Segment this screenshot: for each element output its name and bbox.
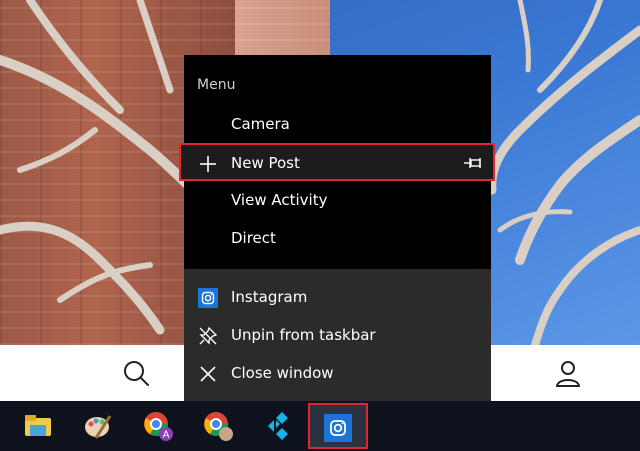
paint-icon[interactable]: [82, 410, 114, 442]
search-icon[interactable]: [120, 357, 152, 389]
plus-icon: [200, 156, 216, 172]
jump-list-action-unpin[interactable]: Unpin from taskbar: [184, 317, 491, 355]
file-explorer-icon[interactable]: [22, 410, 54, 442]
chrome-profile-a-icon[interactable]: A: [142, 410, 174, 442]
profile-icon[interactable]: [552, 357, 584, 389]
svg-text:A: A: [163, 430, 170, 441]
jump-list-item-label: New Post: [231, 154, 300, 172]
jump-list-item-new-post[interactable]: New Post: [179, 143, 495, 181]
pin-icon[interactable]: [463, 155, 483, 171]
jump-list-action-close[interactable]: Close window: [184, 355, 491, 393]
chrome-profile-icon[interactable]: [202, 410, 234, 442]
jump-list-action-label: Instagram: [231, 288, 308, 306]
jump-list-item-view-activity[interactable]: View Activity: [184, 182, 491, 220]
instagram-app-icon[interactable]: [324, 414, 352, 442]
jump-list-item-label: View Activity: [231, 191, 328, 209]
jump-list-menu: Menu Camera New Post View Activity Direc…: [179, 55, 495, 401]
jump-list-item-label: Direct: [231, 229, 276, 247]
taskbar-active-app[interactable]: [308, 403, 368, 449]
close-icon: [200, 366, 216, 382]
unpin-icon: [199, 326, 218, 345]
jump-list-actions: Instagram Unpin from taskbar Close windo…: [184, 269, 491, 401]
jump-list-action-instagram[interactable]: Instagram: [184, 279, 491, 317]
kodi-icon[interactable]: [262, 410, 294, 442]
jump-list-item-label: Camera: [231, 115, 290, 133]
instagram-icon: [198, 288, 218, 308]
jump-list-action-label: Close window: [231, 364, 334, 382]
jump-list-item-camera[interactable]: Camera: [184, 106, 491, 144]
jump-list-header: Menu: [197, 77, 236, 93]
jump-list-action-label: Unpin from taskbar: [231, 326, 376, 344]
jump-list-item-direct[interactable]: Direct: [184, 220, 491, 258]
